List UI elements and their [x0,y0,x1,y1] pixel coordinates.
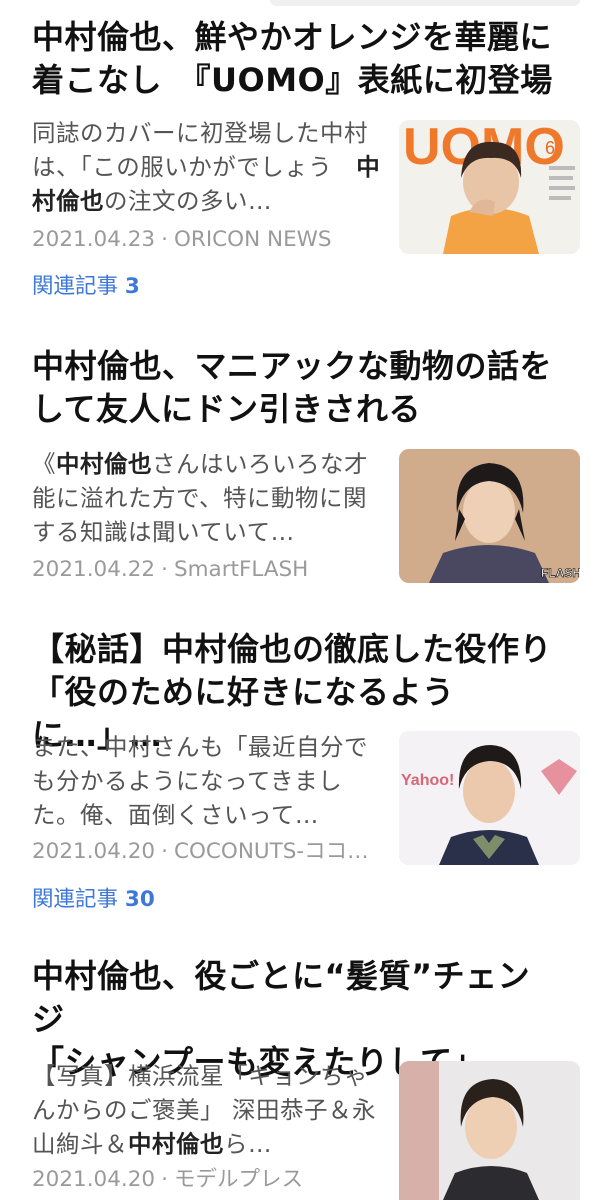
thumb-backdrop-logo: Yahoo! [401,772,454,789]
related-articles-link[interactable]: 関連記事 3 [32,272,140,302]
article-source: SmartFLASH [173,557,309,582]
article-meta: 2021.04.20 · COCONUTS-ココ… [32,837,382,867]
previous-item-edge [0,0,611,8]
article-title-line: 中村倫也、マニアックな動物の話を [32,347,553,385]
article-source: ORICON NEWS [173,227,332,252]
article-snippet: また、中村さんも「最近自分でも分かるようになってきました。俺、面倒くさいって… [32,733,368,829]
thumb-watermark: FLASH [541,566,580,580]
article-title[interactable]: 中村倫也、鮮やかオレンジを華麗に 着こなし 『UOMO』表紙に初登場 [32,16,562,102]
article-snippet: 同誌のカバーに初登場した中村は、「この服いかがでしょう 中村倫也の注文の多い… [32,119,381,215]
article-title-line: 【秘話】中村倫也の徹底した役作り [32,630,553,668]
article-snippet: 【写真】横浜流星「キョンちゃんからのご褒美」 深田恭子＆永山絢斗＆中村倫也ら… [32,1062,376,1158]
article-thumbnail[interactable]: Yahoo! [399,731,580,865]
related-articles-link[interactable]: 関連記事 30 [32,885,155,915]
article-snippet: 《中村倫也さんはいろいろな才能に溢れた方で、特に動物に関する知識は聞いていて… [32,450,368,546]
meta-separator: · [161,227,168,252]
article-date: 2021.04.20 [32,839,156,864]
meta-separator: · [161,839,168,864]
article-thumbnail[interactable]: FLASH [399,449,580,583]
article-date: 2021.04.22 [32,557,156,582]
article-meta: 2021.04.20 · モデルプレス [32,1165,382,1195]
article-meta: 2021.04.22 · SmartFLASH [32,555,382,585]
svg-text:6: 6 [545,138,555,158]
article-title-line: して友人にドン引きされる [32,390,422,428]
article-date: 2021.04.23 [32,227,156,252]
article-date: 2021.04.20 [32,1167,156,1192]
article-title-line: 中村倫也、鮮やかオレンジを華麗に [32,18,553,56]
article-source: モデルプレス [173,1167,303,1192]
article-title-line: 着こなし 『UOMO』表紙に初登場 [32,61,553,99]
article-source: COCONUTS-ココ… [173,839,369,864]
article-title-line: 中村倫也、役ごとに“髪質”チェンジ [32,957,531,1038]
meta-separator: · [161,557,168,582]
article-meta: 2021.04.23 · ORICON NEWS [32,225,382,255]
article-thumbnail[interactable] [399,1061,580,1200]
meta-separator: · [161,1167,168,1192]
article-thumbnail[interactable]: UOMO 6 [399,120,580,254]
article-title[interactable]: 中村倫也、マニアックな動物の話を して友人にドン引きされる [32,345,562,431]
